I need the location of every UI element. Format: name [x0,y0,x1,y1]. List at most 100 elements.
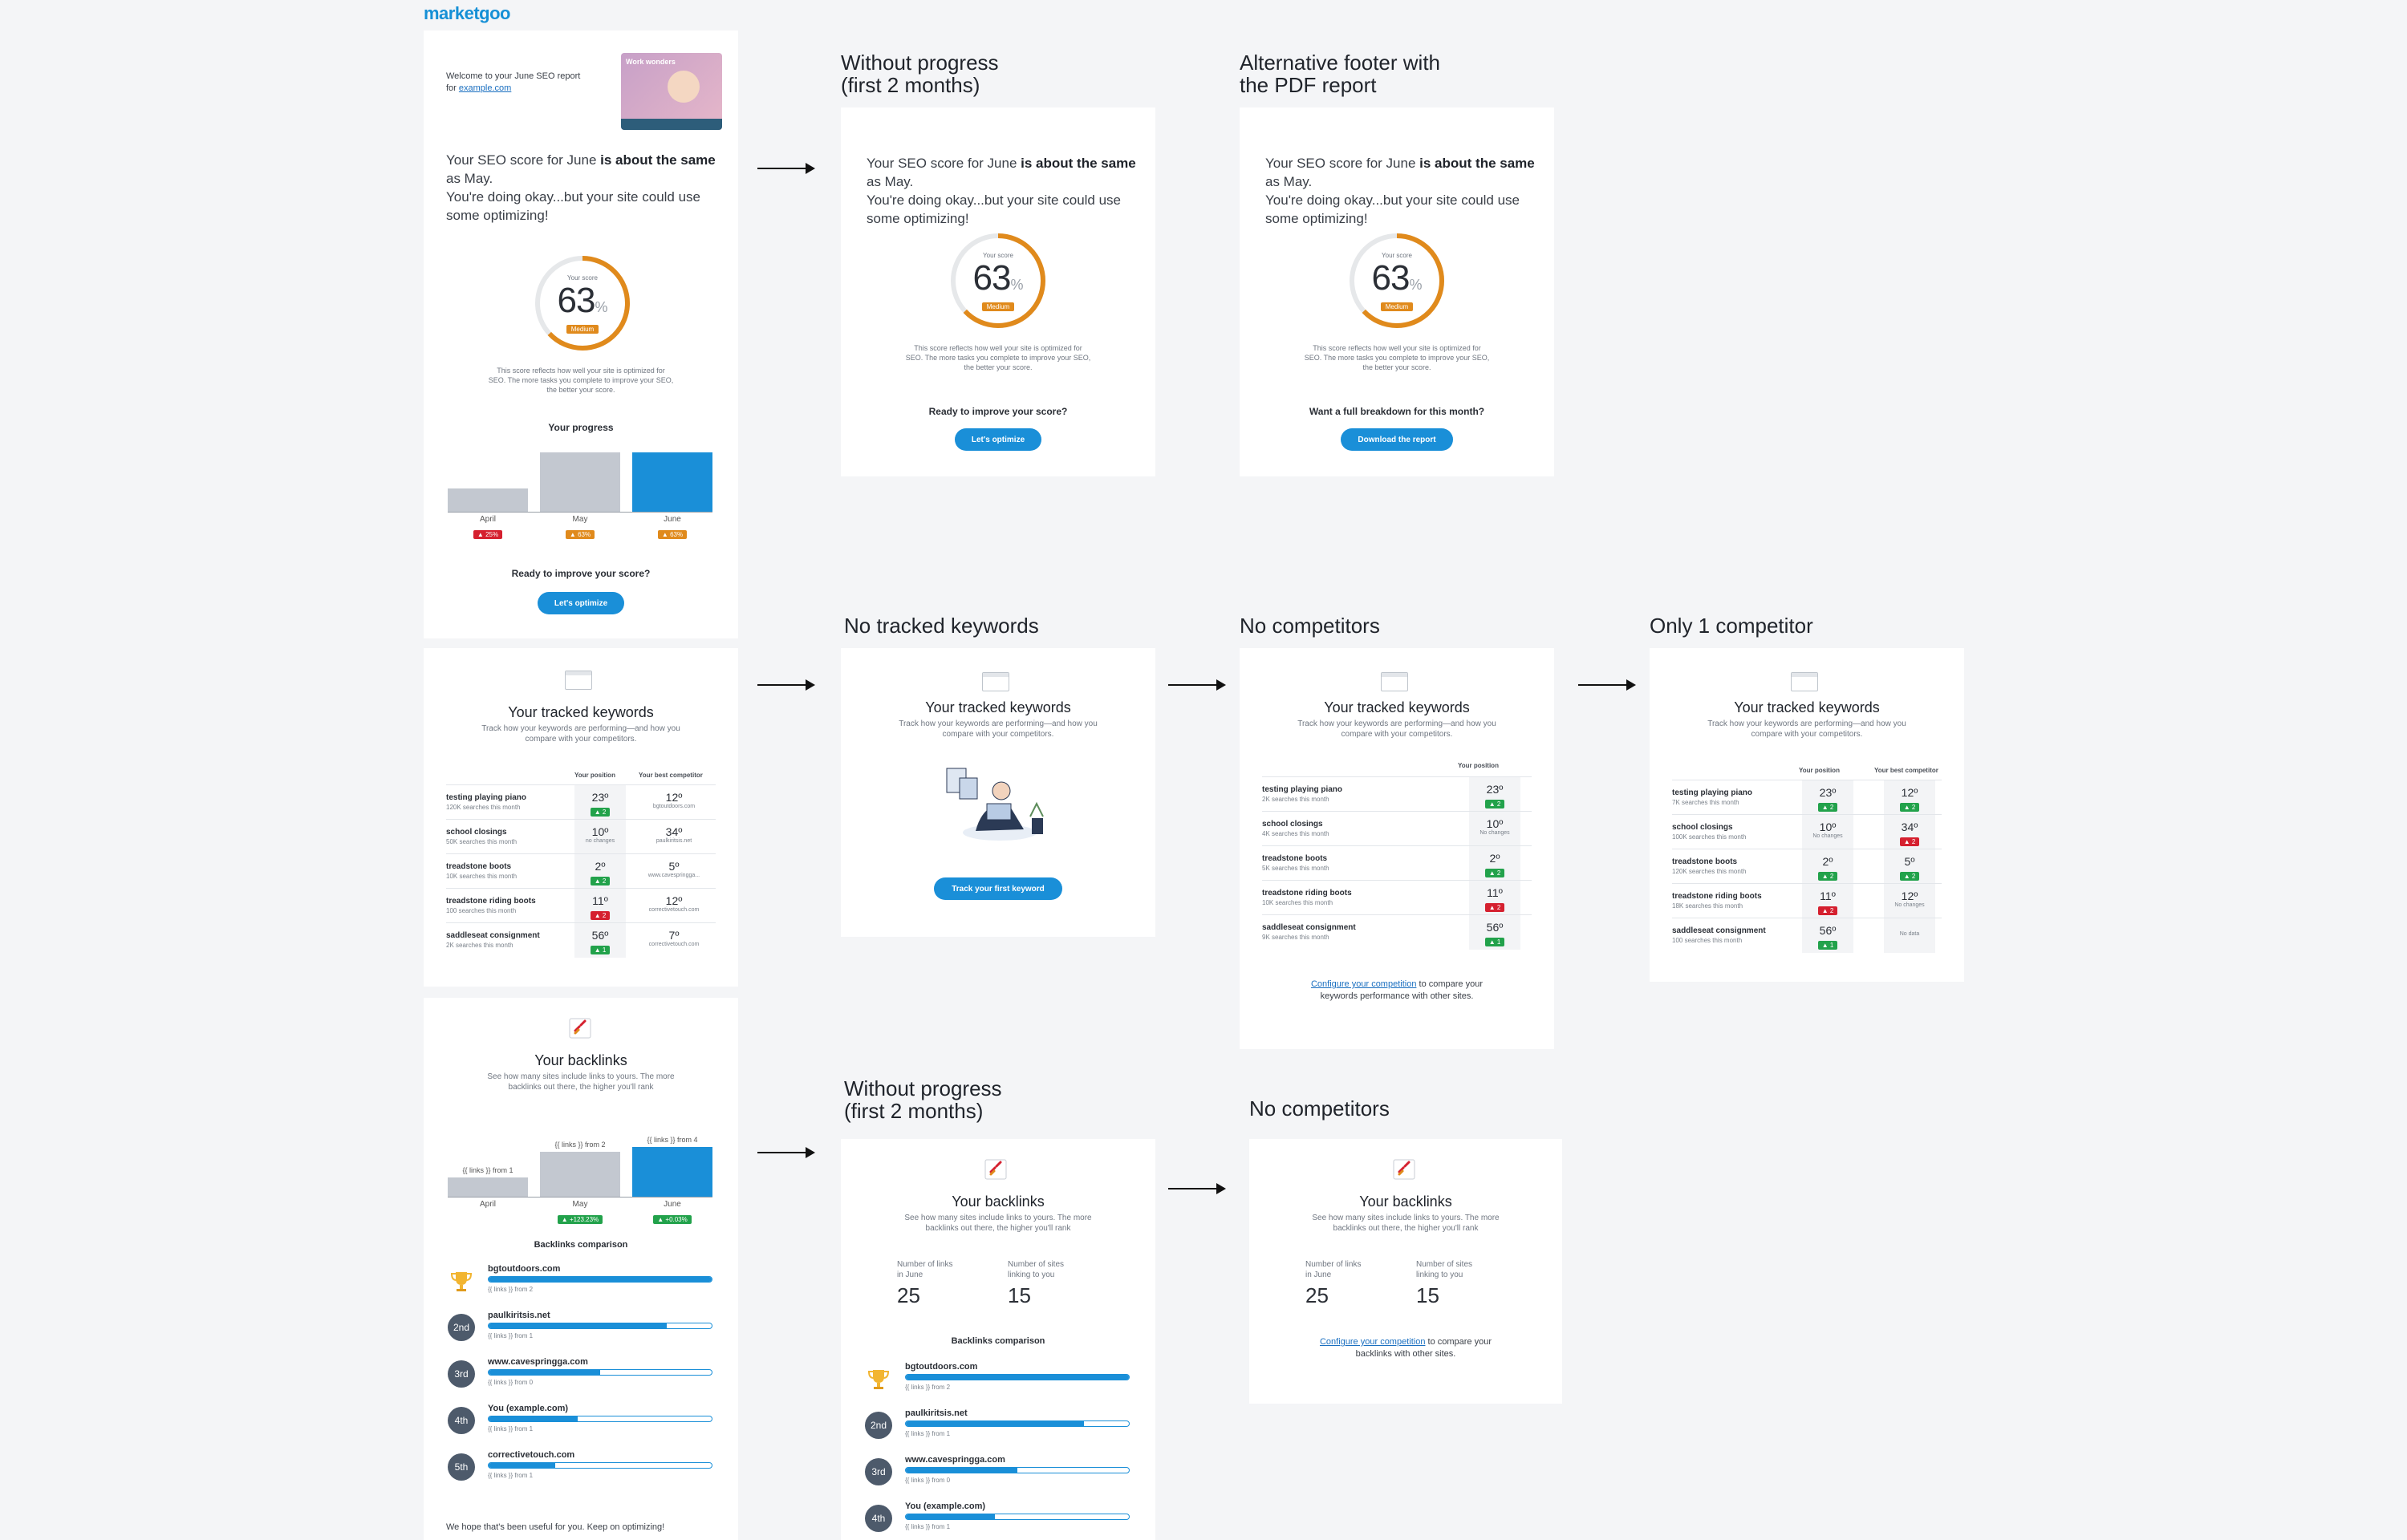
backlinks-title: Your backlinks [534,1052,627,1068]
competitor-change: No changes [1894,902,1925,908]
hero-title: Work wonders [626,58,676,66]
backlinks-chart: {{ links }} from 1 April {{ links }} from … [448,1118,712,1238]
score-unit: % [1409,277,1423,293]
backlinks-bar [448,1177,528,1197]
keyword-volume: 120K searches this month [446,804,521,811]
backlinks-change-badge: ▲ +123.23% [557,1215,603,1224]
keyword-position-cell: 10º No changes [1469,812,1520,846]
browser-icon [1791,672,1818,691]
keyword-position-cell: 11º ▲ 2 [1802,884,1853,918]
keyword-name: school closings [1672,823,1733,832]
keyword-volume: 10K searches this month [446,873,518,880]
competitor-backlink-fill [906,1375,1129,1380]
keyword-volume: 50K searches this month [446,838,518,845]
keywords-subtitle: Track how your keywords are performing—a… [899,719,1098,739]
competitor-links-note: {{ links }} from 1 [488,1472,534,1479]
position-change-badge: ▲ 1 [590,946,611,954]
competitor-links-note: {{ links }} from 1 [488,1332,534,1339]
sites-count-value: 15 [1416,1283,1439,1307]
competitor-backlink-bar [905,1467,1130,1473]
hero-figure [668,71,700,103]
download-report-button[interactable]: Download the report [1341,428,1453,451]
position-change-wrap: ▲ 2 [1469,796,1520,810]
progress-bar [448,488,528,512]
rank-badge: 4th [865,1505,892,1532]
title-alt-footer: Alternative footer with the PDF report [1240,51,1441,97]
sites-count-value: 15 [1008,1283,1031,1307]
keywords-subtitle: Track how your keywords are performing—a… [481,724,680,744]
keyword-name: treadstone riding boots [1672,892,1762,901]
position-change-badge: ▲ 2 [1484,869,1505,877]
keyword-name: school closings [446,828,507,837]
rank-badge: 3rd [448,1360,475,1388]
configure-competition-note: Configure your competition to compare yo… [1310,979,1483,1001]
position-change-wrap: ▲ 2 [574,907,626,922]
competitor-backlink-bar [488,1416,712,1422]
position-change-wrap: ▲ 2 [574,804,626,818]
competitor-change-badge: ▲ 2 [1899,803,1920,812]
optimize-button[interactable]: Let's optimize [538,592,624,614]
competitor-backlink-fill [906,1468,1017,1473]
backlinks-comparison-title: Backlinks comparison [534,1240,628,1250]
position-change: no changes [585,838,615,844]
position-change-badge: ▲ 2 [590,911,611,920]
optimize-button[interactable]: Let's optimize [955,428,1041,451]
browser-icon [982,672,1009,691]
backlinks-subtitle: See how many sites include links to your… [904,1214,1092,1233]
position-change-wrap: ▲ 1 [1469,934,1520,948]
keyword-name: treadstone riding boots [1262,889,1352,898]
position-change-wrap: ▲ 2 [1802,902,1853,917]
progress-badge: ▲ 25% [448,526,528,541]
competitor-backlink-fill [489,1416,578,1421]
site-link[interactable]: example.com [459,83,511,93]
progress-bar [540,452,620,512]
score-unit: % [1010,277,1024,293]
competitor-cell: 12º No changes [1884,884,1935,918]
keyword-position-cell: 23º ▲ 2 [1802,780,1853,815]
score-level-badge: Medium [981,302,1015,311]
backlinks-change-badge: ▲ +0.03% [653,1215,692,1224]
competitor-links-note: {{ links }} from 0 [905,1477,951,1484]
backlinks-bar [632,1147,712,1197]
competitor-links-note: {{ links }} from 1 [488,1425,534,1433]
progress-title: Your progress [548,422,614,433]
competitor-position: 12º [665,791,683,804]
keywords-table: testing playing piano 2K searches this mo… [1262,776,1532,953]
keywords-title: Your tracked keywords [508,704,654,720]
progress-month-label: May [572,515,588,524]
rank-badge: 3rd [865,1458,892,1485]
person-laptop-illustration [936,760,1056,849]
configure-competition-link[interactable]: Configure your competition [1320,1337,1425,1347]
keyword-position: 23º [591,791,609,804]
title-without-progress: Without progress (first 2 months) [841,51,999,97]
configure-competition-link[interactable]: Configure your competition [1311,979,1416,989]
competitor-change-wrap: ▲ 2 [1884,799,1935,813]
position-change: No changes [1812,833,1843,839]
trophy-icon [865,1365,892,1392]
title-no-competitors-backlinks: No competitors [1249,1096,1390,1121]
backlinks-no-competitors-card: Your backlinks See how many sites includ… [1249,1139,1562,1404]
competitor-backlink-fill [906,1514,996,1519]
position-change: No changes [1480,830,1510,836]
keyword-position-cell: 11º ▲ 2 [1469,881,1520,915]
progress-badge: ▲ 63% [632,526,712,541]
track-keyword-button[interactable]: Track your first keyword [934,877,1062,900]
score-gauge: Your score 63% Medium [533,253,632,353]
competitor-site: You (example.com) [905,1502,986,1511]
competitor-site: bgtoutdoors.com [905,1362,978,1372]
improve-question: Ready to improve your score? [928,406,1068,417]
position-change-badge: ▲ 2 [590,877,611,886]
score-level-badge: Medium [566,325,599,334]
breakdown-question: Want a full breakdown for this month? [1309,406,1485,417]
keyword-name: school closings [1262,820,1323,829]
flow-arrow [757,679,815,691]
backlinks-without-progress-card: Your backlinks See how many sites includ… [841,1139,1155,1540]
score-value: 63 [1371,258,1411,298]
competitor-site: www.cavespringga.com [905,1455,1005,1465]
keyword-position-cell: 56º ▲ 1 [574,923,626,958]
competitor-site: paulkiritsis.net [488,1311,550,1320]
keyword-row: treadstone riding boots 100 searches this… [446,888,716,923]
position-change-wrap: ▲ 2 [1802,799,1853,813]
rank-badge: 2nd [865,1412,892,1439]
competitor-backlink-bar [488,1276,712,1283]
